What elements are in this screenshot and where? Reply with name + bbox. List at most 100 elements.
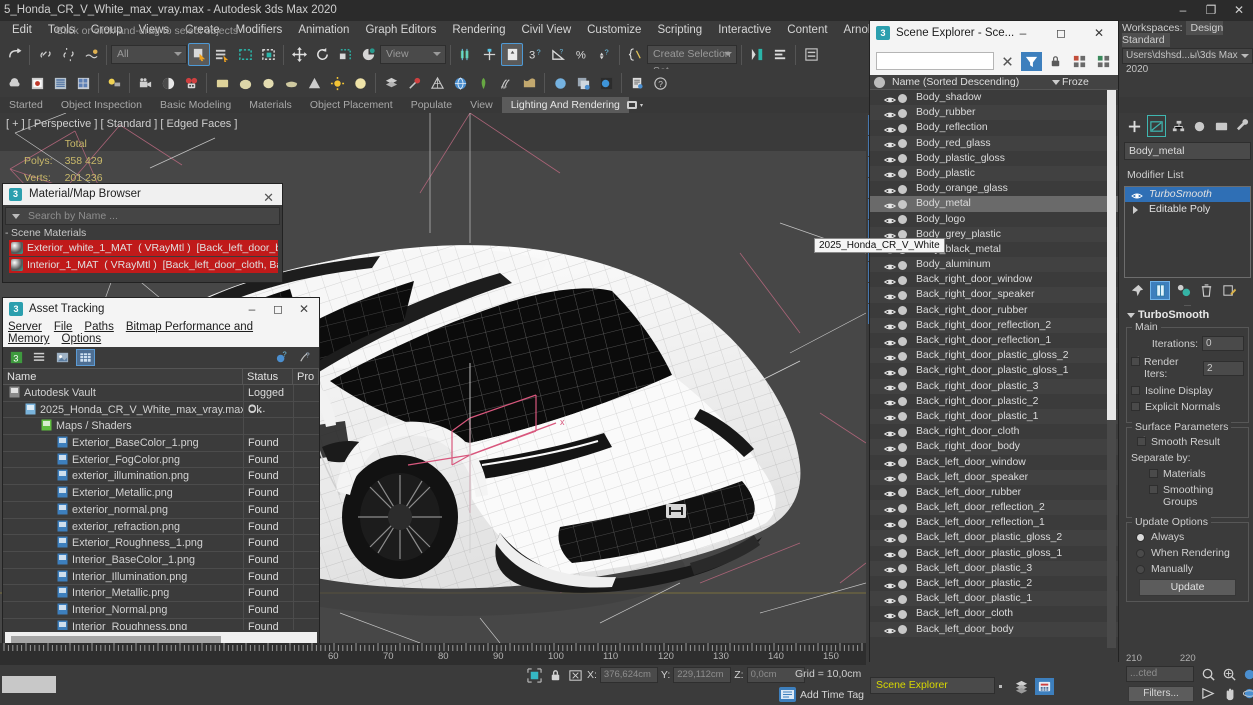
asset-row[interactable]: exterior_refraction.png Found: [3, 518, 319, 536]
eye-icon[interactable]: [883, 200, 897, 209]
object-color-swatch[interactable]: [898, 427, 907, 437]
bitmap-view-icon[interactable]: [53, 349, 72, 366]
eye-icon[interactable]: [883, 261, 897, 269]
slate-material-editor-icon[interactable]: [180, 72, 202, 95]
object-color-swatch[interactable]: [898, 154, 907, 164]
collapse-all-icon[interactable]: [1093, 52, 1114, 71]
eye-icon[interactable]: [1131, 190, 1143, 199]
scene-explorer-item[interactable]: Back_left_door_window: [870, 455, 1118, 470]
scene-explorer-item[interactable]: Body_metal: [870, 196, 1118, 212]
add-time-tag-icon[interactable]: [779, 687, 796, 702]
eye-icon[interactable]: [883, 321, 897, 330]
always-radio[interactable]: Always: [1131, 531, 1244, 543]
eye-icon[interactable]: [883, 519, 897, 528]
asset-row[interactable]: Interior_Metallic.png Found: [3, 585, 319, 602]
asset-row[interactable]: Interior_BaseColor_1.png Found: [3, 551, 319, 569]
asset-row[interactable]: Exterior_Roughness_1.png Found: [3, 535, 319, 552]
ribbon-tab-populate[interactable]: Populate: [402, 97, 461, 113]
asset-menu-file[interactable]: File: [54, 321, 85, 333]
close-button[interactable]: ✕: [1080, 21, 1118, 45]
percent-snap-toggle-icon[interactable]: %: [570, 43, 592, 66]
transform-type-in-icon[interactable]: [567, 667, 584, 684]
asset-row[interactable]: Maps / Shaders: [3, 418, 319, 436]
close-icon[interactable]: ✕: [263, 187, 274, 208]
absolute-relative-toggle-icon[interactable]: [525, 667, 544, 684]
select-and-rotate-icon[interactable]: [311, 43, 333, 66]
scene-explorer-item[interactable]: Back_right_door_plastic_2: [870, 394, 1118, 409]
scene-explorer-item[interactable]: Body_logo: [870, 212, 1118, 227]
timeline-ruler[interactable]: 60 70 80 90 100 110 120 130 140 150: [0, 643, 866, 665]
project-path-combo[interactable]: Users\dshsd...ы\3ds Max 2020: [1122, 48, 1253, 75]
scene-explorer-item[interactable]: Back_left_door_plastic_1: [870, 591, 1118, 607]
iterations-field[interactable]: Iterations: 0: [1131, 336, 1244, 351]
show-end-result-icon[interactable]: [1150, 280, 1170, 300]
sphere-blue-icon[interactable]: [549, 72, 571, 95]
hair-and-fur-icon[interactable]: HF: [495, 72, 517, 95]
eye-icon[interactable]: [883, 215, 897, 224]
asset-menu-paths[interactable]: Paths: [84, 321, 125, 333]
scene-explorer-object-list[interactable]: Body_shadow Body_rubber Body_reflection Bod…: [870, 90, 1118, 648]
eye-icon[interactable]: [883, 428, 897, 436]
scene-explorer-item[interactable]: Back_right_door_window: [870, 272, 1118, 287]
remove-modifier-icon[interactable]: [1196, 281, 1216, 300]
chevron-down-icon[interactable]: [12, 214, 20, 219]
x-coordinate-field[interactable]: X: 376,624cm: [587, 667, 658, 683]
asset-row[interactable]: 2025_Honda_CR_V_White_max_vray.max Ok: [3, 401, 319, 419]
column-header-frozen[interactable]: Froze: [1062, 75, 1089, 90]
smooth-result-checkbox[interactable]: Smooth Result: [1137, 435, 1244, 448]
mirror-icon[interactable]: [746, 43, 768, 66]
eye-icon[interactable]: [883, 382, 897, 391]
scene-explorer-item[interactable]: Back_left_door_plastic_gloss_2: [870, 530, 1118, 546]
materials-checkbox[interactable]: Materials: [1149, 468, 1244, 480]
snaps-toggle-icon[interactable]: 3?: [524, 43, 546, 66]
ribbon-tab-started[interactable]: Started: [0, 97, 52, 113]
maximize-button[interactable]: ◻: [1042, 21, 1080, 45]
object-color-swatch[interactable]: [898, 366, 907, 376]
eye-icon[interactable]: [883, 306, 897, 315]
eye-icon[interactable]: [883, 443, 897, 452]
scene-explorer-panel[interactable]: 3 Scene Explorer - Sce... – ◻ ✕ Name (So…: [869, 20, 1119, 668]
render-iters-spinner[interactable]: 2: [1203, 360, 1244, 376]
object-color-swatch[interactable]: [898, 215, 907, 224]
box-primitive-icon[interactable]: [211, 72, 233, 95]
rectangular-selection-region-icon[interactable]: [234, 43, 256, 66]
scene-explorer-item[interactable]: Back_left_door_reflection_2: [870, 500, 1118, 516]
orbit-icon[interactable]: [1239, 684, 1253, 702]
asset-row[interactable]: exterior_normal.png Found: [3, 501, 319, 519]
object-color-swatch[interactable]: [898, 199, 907, 209]
zoom-all-icon[interactable]: [1219, 665, 1239, 683]
scene-explorer-item[interactable]: Back_right_door_plastic_gloss_2: [870, 348, 1118, 364]
menu-item-customize[interactable]: Customize: [579, 21, 649, 40]
eye-icon[interactable]: [883, 549, 897, 558]
scene-explorer-item[interactable]: Back_right_door_speaker: [870, 287, 1118, 303]
eye-icon[interactable]: [883, 397, 897, 406]
scene-materials-section[interactable]: Scene Materials: [3, 225, 282, 240]
skylight-icon[interactable]: [349, 72, 371, 95]
scene-explorer-item[interactable]: Back_right_door_plastic_gloss_1: [870, 363, 1118, 378]
render-setup-blue-icon[interactable]: [595, 72, 617, 95]
eye-icon[interactable]: [883, 625, 897, 634]
menu-item-animation[interactable]: Animation: [290, 21, 357, 40]
scene-explorer-item[interactable]: Back_right_door_plastic_1: [870, 408, 1118, 425]
asset-row[interactable]: Exterior_Metallic.png Found: [3, 485, 319, 502]
object-color-swatch[interactable]: [898, 518, 907, 528]
scene-explorer-item[interactable]: Back_left_door_rubber: [870, 485, 1118, 500]
scene-explorer-item[interactable]: Back_left_door_reflection_1: [870, 515, 1118, 530]
scene-explorer-item[interactable]: Back_right_door_body: [870, 439, 1118, 455]
eye-icon[interactable]: [883, 488, 897, 497]
menu-item-graph-editors[interactable]: Graph Editors: [357, 21, 444, 40]
cloud-icon[interactable]: [3, 72, 25, 95]
material-row[interactable]: Interior_1_MAT ( VRayMtl ) [Back_left_do…: [9, 257, 278, 273]
scene-explorer-item[interactable]: Back_left_door_plastic_2: [870, 576, 1118, 591]
menu-item-edit[interactable]: Edit: [4, 21, 40, 40]
expand-arrow-icon[interactable]: [1133, 206, 1138, 214]
eye-icon[interactable]: [883, 94, 897, 102]
scene-explorer-item[interactable]: Body_plastic: [870, 165, 1118, 182]
asset-tracking-panel[interactable]: 3 Asset Tracking – ◻ ✕ Server File Paths Bi…: [2, 297, 320, 689]
object-color-swatch[interactable]: [898, 123, 907, 133]
select-and-link-icon[interactable]: [34, 43, 56, 66]
render-iters-field[interactable]: Render Iters: 2: [1131, 355, 1244, 380]
manually-radio[interactable]: Manually: [1131, 563, 1244, 575]
light-icon[interactable]: [103, 72, 125, 95]
material-map-browser-panel[interactable]: 3 Material/Map Browser ✕ Search by Name …: [2, 183, 283, 283]
